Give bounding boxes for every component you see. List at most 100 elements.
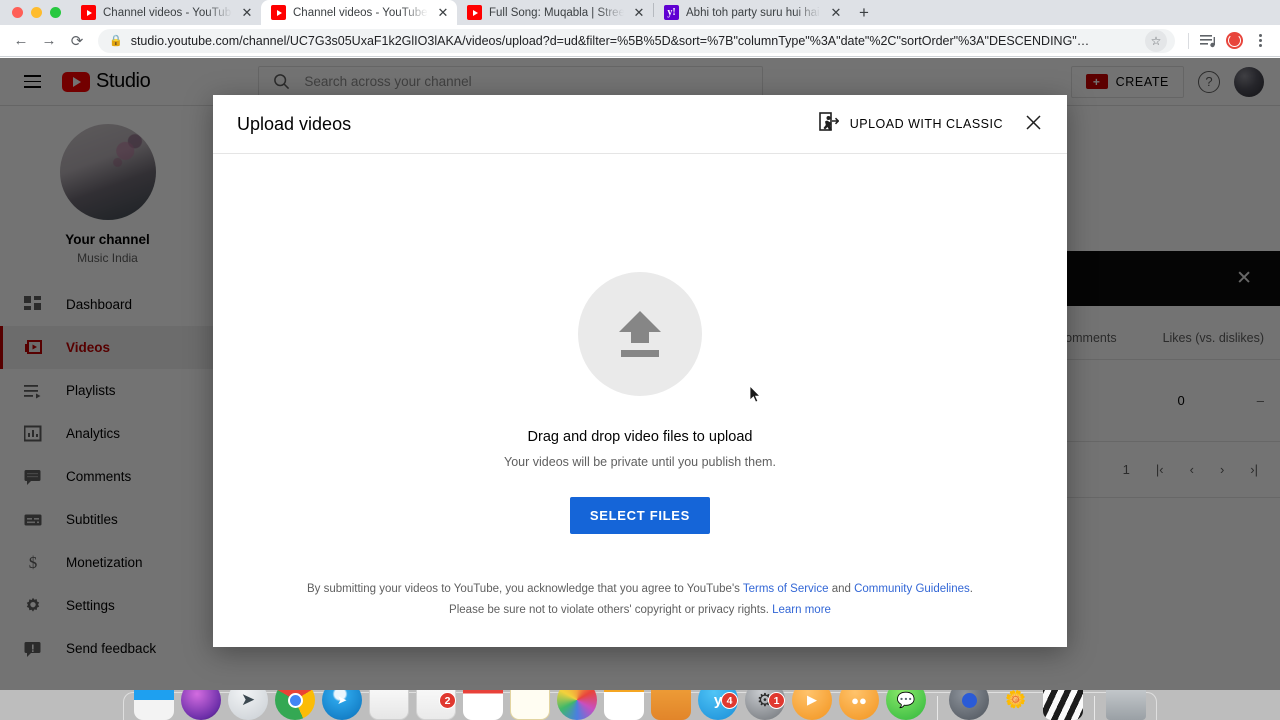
macos-dock: ➤ ➤ 2 JUN y4 ⚙1 ▶ ●● 💬 🌼	[0, 690, 1280, 720]
avatar	[1225, 32, 1243, 49]
reading-list-icon[interactable]	[1196, 29, 1220, 53]
legal-line-2: Please be sure not to violate others' co…	[213, 600, 1067, 621]
trash-icon	[1106, 690, 1146, 720]
tab-close-icon[interactable]: ✕	[435, 5, 451, 21]
dock-item-flowers[interactable]: 🌼	[996, 690, 1036, 720]
dialog-header-actions: UPLOAD WITH CLASSIC	[818, 111, 1043, 137]
dock-item-vlc-orange[interactable]: ▶	[792, 690, 832, 720]
community-guidelines-link[interactable]: Community Guidelines	[854, 583, 970, 595]
dock-item-notes-pad[interactable]	[369, 690, 409, 720]
browser-tab-1[interactable]: Channel videos - YouTube Stud ✕	[71, 0, 261, 25]
dialog-body: Drag and drop video files to upload Your…	[213, 154, 1067, 647]
lock-icon: 🔒	[109, 35, 123, 47]
drop-zone-subtitle: Your videos will be private until you pu…	[504, 455, 776, 469]
back-icon[interactable]: ←	[8, 28, 34, 54]
terms-of-service-link[interactable]: Terms of Service	[743, 583, 829, 595]
address-bar-url: studio.youtube.com/channel/UC7G3s05UxaF1…	[130, 33, 1090, 48]
legal-line-1-mid: and	[828, 583, 855, 595]
dock-item-launchpad[interactable]: ➤	[228, 690, 268, 720]
badge-count: 2	[439, 692, 456, 709]
minimize-window-button[interactable]	[31, 7, 42, 18]
profile-icon[interactable]	[1222, 29, 1246, 53]
browser-tab-2[interactable]: Channel videos - YouTube Stud ✕	[261, 0, 457, 25]
dock-item-chrome[interactable]	[275, 690, 315, 720]
upload-drop-zone[interactable]	[578, 272, 702, 396]
dock-item-app-store[interactable]	[604, 690, 644, 720]
browser-tab-4[interactable]: y! Abhi toh party suru hui hai - Ya ✕	[654, 0, 850, 25]
badge-count: 1	[768, 692, 785, 709]
browser-menu-icon[interactable]	[1248, 29, 1272, 53]
legal-line-1: By submitting your videos to YouTube, yo…	[213, 579, 1067, 600]
exit-to-app-icon	[818, 111, 840, 137]
notepad-icon	[369, 690, 409, 720]
finder-icon	[134, 690, 174, 720]
siri-icon	[181, 690, 221, 720]
downloads-stack-icon	[949, 690, 989, 720]
dock-item-siri[interactable]	[181, 690, 221, 720]
dock-item-safari[interactable]: ➤	[322, 690, 362, 720]
close-window-button[interactable]	[12, 7, 23, 18]
dock-divider	[937, 696, 938, 720]
legal-line-2-prefix: Please be sure not to violate others' co…	[449, 604, 773, 616]
bookmark-star-icon[interactable]: ☆	[1145, 29, 1167, 52]
tab-close-icon[interactable]: ✕	[631, 5, 647, 21]
tab-title: Abhi toh party suru hui hai - Ya	[686, 6, 821, 19]
dock-items: ➤ ➤ 2 JUN y4 ⚙1 ▶ ●● 💬 🌼	[123, 690, 1157, 720]
safari-icon: ➤	[322, 690, 362, 720]
browser-window: Channel videos - YouTube Stud ✕ Channel …	[0, 0, 1280, 720]
browser-icon: ●●	[839, 690, 879, 720]
tab-title: Full Song: Muqabla | Street Dan	[489, 6, 624, 19]
close-icon[interactable]	[1023, 115, 1043, 133]
dock-item-yahoo-mail[interactable]: y4	[698, 690, 738, 720]
dock-item-firefox-orange[interactable]: ●●	[839, 690, 879, 720]
tab-title: Channel videos - YouTube Stud	[103, 6, 232, 19]
dock-divider	[1094, 696, 1095, 720]
chrome-icon	[275, 690, 315, 720]
dock-item-calendar[interactable]: JUN	[463, 690, 503, 720]
tab-close-icon[interactable]: ✕	[828, 5, 844, 21]
dock-item-imovie[interactable]	[1043, 690, 1083, 720]
address-bar[interactable]: 🔒 studio.youtube.com/channel/UC7G3s05Uxa…	[98, 28, 1175, 53]
reload-icon[interactable]: ⟳	[64, 28, 90, 54]
dock-item-system-preferences[interactable]: ⚙ 1	[745, 690, 785, 720]
media-player-icon: ▶	[792, 690, 832, 720]
toolbar-divider	[1188, 32, 1189, 49]
window-traffic-lights	[0, 7, 71, 25]
tab-title: Channel videos - YouTube Stud	[293, 6, 428, 19]
dock-item-folder[interactable]	[651, 690, 691, 720]
flowers-icon: 🌼	[1005, 690, 1027, 709]
select-files-button[interactable]: SELECT FILES	[569, 497, 711, 534]
notes-icon	[510, 690, 550, 720]
youtube-icon	[81, 5, 96, 20]
browser-toolbar: ← → ⟳ 🔒 studio.youtube.com/channel/UC7G3…	[0, 25, 1280, 57]
dock-item-trash[interactable]	[1106, 690, 1146, 720]
dock-item-messages[interactable]: 💬	[886, 690, 926, 720]
legal-line-1-suffix: .	[969, 583, 973, 595]
photos-icon	[557, 690, 597, 720]
dock-item-photos[interactable]	[557, 690, 597, 720]
imovie-clapperboard-icon	[1043, 690, 1083, 720]
upload-with-classic-button[interactable]: UPLOAD WITH CLASSIC	[818, 111, 1003, 137]
new-tab-button[interactable]: +	[850, 0, 878, 25]
calendar-icon: JUN	[463, 690, 503, 720]
youtube-icon	[467, 5, 482, 20]
maximize-window-button[interactable]	[50, 7, 61, 18]
dock-item-downloads-stack[interactable]	[949, 690, 989, 720]
upload-videos-dialog: Upload videos UPLOAD WITH CLASSIC Drag a…	[213, 95, 1067, 647]
badge-count: 4	[721, 692, 738, 709]
dock-item-notes[interactable]	[510, 690, 550, 720]
folder-icon	[651, 690, 691, 720]
browser-tab-3[interactable]: Full Song: Muqabla | Street Dan ✕	[457, 0, 653, 25]
youtube-icon	[271, 5, 286, 20]
forward-icon[interactable]: →	[36, 28, 62, 54]
dialog-title: Upload videos	[237, 113, 352, 134]
yahoo-icon: y!	[664, 5, 679, 20]
learn-more-link[interactable]: Learn more	[772, 604, 831, 616]
upload-with-classic-label: UPLOAD WITH CLASSIC	[849, 117, 1003, 131]
legal-text: By submitting your videos to YouTube, yo…	[213, 579, 1067, 621]
launchpad-icon: ➤	[228, 690, 268, 720]
dock-item-finder[interactable]	[134, 690, 174, 720]
dock-item-contacts[interactable]: 2	[416, 690, 456, 720]
mouse-cursor	[749, 385, 762, 404]
tab-close-icon[interactable]: ✕	[239, 5, 255, 21]
